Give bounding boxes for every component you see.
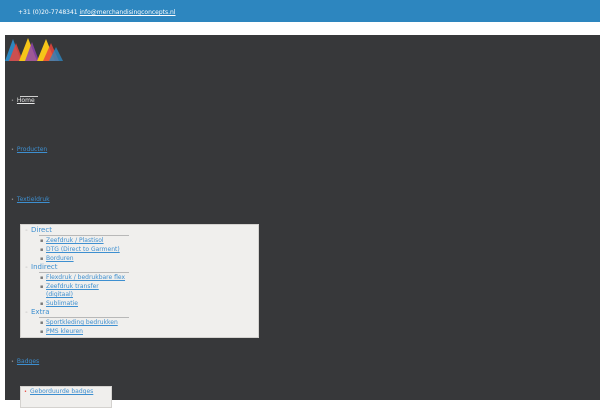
submenu-divider — [39, 272, 129, 273]
submenu-item[interactable]: ▪ DTG (Direct to Garment) — [40, 246, 120, 253]
bullet-icon: • — [11, 197, 14, 203]
nav-producten-link[interactable]: Producten — [17, 146, 47, 153]
textieldruk-submenu: ◦ Direct ▪ Zeefdruk / Plastisol ▪ DTG (Dire… — [20, 224, 259, 338]
submenu-divider — [39, 317, 129, 318]
submenu-heading-direct[interactable]: ◦ Direct — [25, 226, 52, 234]
contact-info: +31 (0)20-7748341 info@merchandisingconc… — [18, 9, 176, 16]
nav-textieldruk-link[interactable]: Textieldruk — [17, 196, 50, 203]
submenu-item[interactable]: ▪ Sportkleding bedrukken — [40, 319, 118, 326]
nav-item-badges[interactable]: • Badges — [11, 358, 39, 365]
top-contact-bar: +31 (0)20-7748341 info@merchandisingconc… — [0, 0, 600, 22]
badges-submenu: • Geborduurde badges — [20, 386, 112, 408]
email-link[interactable]: info@merchandisingconcepts.nl — [80, 9, 176, 16]
submenu-heading-extra[interactable]: ◦ Extra — [25, 308, 49, 316]
bullet-icon: • — [11, 98, 14, 104]
logo-icon[interactable] — [5, 37, 65, 61]
submenu-item[interactable]: • Geborduurde badges — [24, 388, 93, 395]
submenu-item[interactable]: ▪ PMS kleuren — [40, 328, 83, 335]
main-navigation-area: • Home • Producten • Textieldruk ◦ Direct… — [5, 35, 600, 408]
submenu-item[interactable]: ▪ Zeefdruk / Plastisol — [40, 237, 104, 244]
nav-item-producten[interactable]: • Producten — [11, 146, 47, 153]
submenu-item[interactable]: ▪ Borduren — [40, 255, 74, 262]
nav-home-link[interactable]: Home — [17, 97, 35, 104]
nav-badges-link[interactable]: Badges — [17, 358, 39, 365]
submenu-heading-indirect[interactable]: ◦ Indirect — [25, 263, 58, 271]
phone-number: +31 (0)20-7748341 — [18, 9, 78, 16]
bullet-icon: • — [11, 359, 14, 365]
nav-item-home[interactable]: • Home — [11, 97, 35, 104]
nav-item-textieldruk[interactable]: • Textieldruk — [11, 196, 50, 203]
submenu-item-continued[interactable]: (digitaal) — [40, 291, 73, 298]
submenu-item[interactable]: ▪ Flexdruk / bedrukbare flex — [40, 274, 125, 281]
submenu-item[interactable]: ▪ Sublimatie — [40, 300, 78, 307]
submenu-item[interactable]: ▪ Zeefdruk transfer — [40, 283, 99, 290]
submenu-divider — [39, 235, 129, 236]
header-spacer — [0, 22, 600, 35]
bullet-icon: • — [11, 147, 14, 153]
